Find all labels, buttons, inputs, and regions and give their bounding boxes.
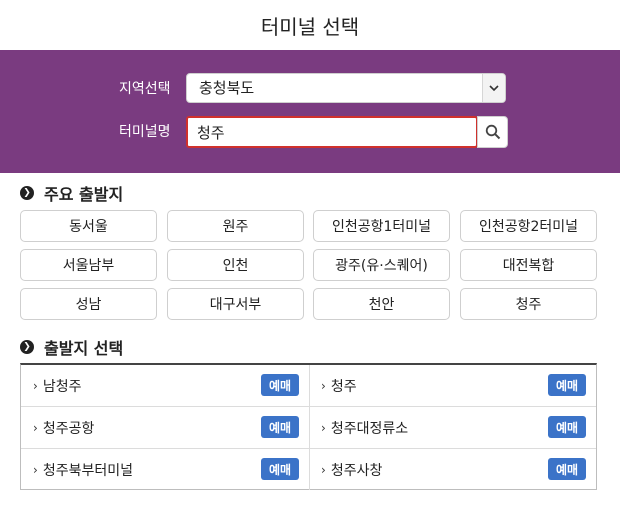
major-departure-button[interactable]: 대전복합 (460, 249, 597, 281)
book-button[interactable]: 예매 (261, 374, 299, 396)
departure-name: 청주대정류소 (330, 421, 409, 437)
chevron-right-icon: › (321, 463, 326, 477)
region-select-value: 충청북도 (199, 79, 255, 97)
departure-name: 청주공항 (42, 421, 95, 437)
region-row: 지역선택 충청북도 (0, 73, 620, 105)
major-departure-button[interactable]: 성남 (20, 288, 157, 320)
chevron-right-icon: › (321, 421, 326, 435)
book-button[interactable]: 예매 (261, 458, 299, 480)
circle-chevron-right-icon: ❯ (20, 340, 34, 354)
region-select[interactable]: 충청북도 (186, 73, 506, 103)
chevron-right-icon: › (33, 421, 38, 435)
departure-row[interactable]: › 청주 예매 (309, 365, 596, 407)
major-departure-button[interactable]: 광주(유·스퀘어) (313, 249, 450, 281)
chevron-right-icon: › (33, 463, 38, 477)
terminal-label: 터미널명 (119, 124, 171, 140)
major-departures-title: 주요 출발지 (44, 185, 124, 204)
departure-row[interactable]: › 청주공항 예매 (21, 407, 309, 449)
search-icon (485, 124, 500, 140)
page-title: 터미널 선택 (0, 0, 620, 51)
major-departure-button[interactable]: 동서울 (20, 210, 157, 242)
departure-name: 청주 (330, 379, 357, 395)
departure-select-title: 출발지 선택 (44, 339, 124, 358)
book-button[interactable]: 예매 (548, 374, 586, 396)
departure-table: › 남청주 예매 › 청주 예매 › 청주공항 예매 › 청주대정류소 예매 ›… (20, 363, 597, 490)
book-button[interactable]: 예매 (261, 416, 299, 438)
terminal-name-input[interactable] (186, 116, 478, 148)
departure-row[interactable]: › 청주대정류소 예매 (309, 407, 596, 449)
major-departure-button[interactable]: 인천공항1터미널 (313, 210, 450, 242)
chevron-right-icon: › (33, 379, 38, 393)
major-departure-button[interactable]: 천안 (313, 288, 450, 320)
departure-name: 청주사창 (330, 463, 383, 479)
page-title-text: 터미널 선택 (260, 14, 360, 39)
major-departure-button[interactable]: 인천 (167, 249, 304, 281)
book-button[interactable]: 예매 (548, 416, 586, 438)
departure-row[interactable]: › 남청주 예매 (21, 365, 309, 407)
major-departure-button[interactable]: 원주 (167, 210, 304, 242)
major-departure-button[interactable]: 서울남부 (20, 249, 157, 281)
departure-name: 청주북부터미널 (42, 463, 133, 479)
circle-chevron-right-icon: ❯ (20, 186, 34, 200)
departure-row[interactable]: › 청주사창 예매 (309, 449, 596, 491)
major-departure-button[interactable]: 청주 (460, 288, 597, 320)
major-departure-button[interactable]: 인천공항2터미널 (460, 210, 597, 242)
departure-select-heading: ❯ 출발지 선택 (20, 336, 123, 358)
search-button[interactable] (477, 116, 508, 148)
departure-row[interactable]: › 청주북부터미널 예매 (21, 449, 309, 491)
major-departures-heading: ❯ 주요 출발지 (20, 182, 123, 204)
book-button[interactable]: 예매 (548, 458, 586, 480)
chevron-right-icon: › (321, 379, 326, 393)
departure-name: 남청주 (42, 379, 82, 395)
region-label: 지역선택 (119, 81, 171, 97)
terminal-row: 터미널명 (0, 116, 620, 148)
search-panel: 지역선택 충청북도 터미널명 (0, 50, 620, 173)
major-departure-button[interactable]: 대구서부 (167, 288, 304, 320)
chevron-down-icon[interactable] (482, 74, 505, 102)
